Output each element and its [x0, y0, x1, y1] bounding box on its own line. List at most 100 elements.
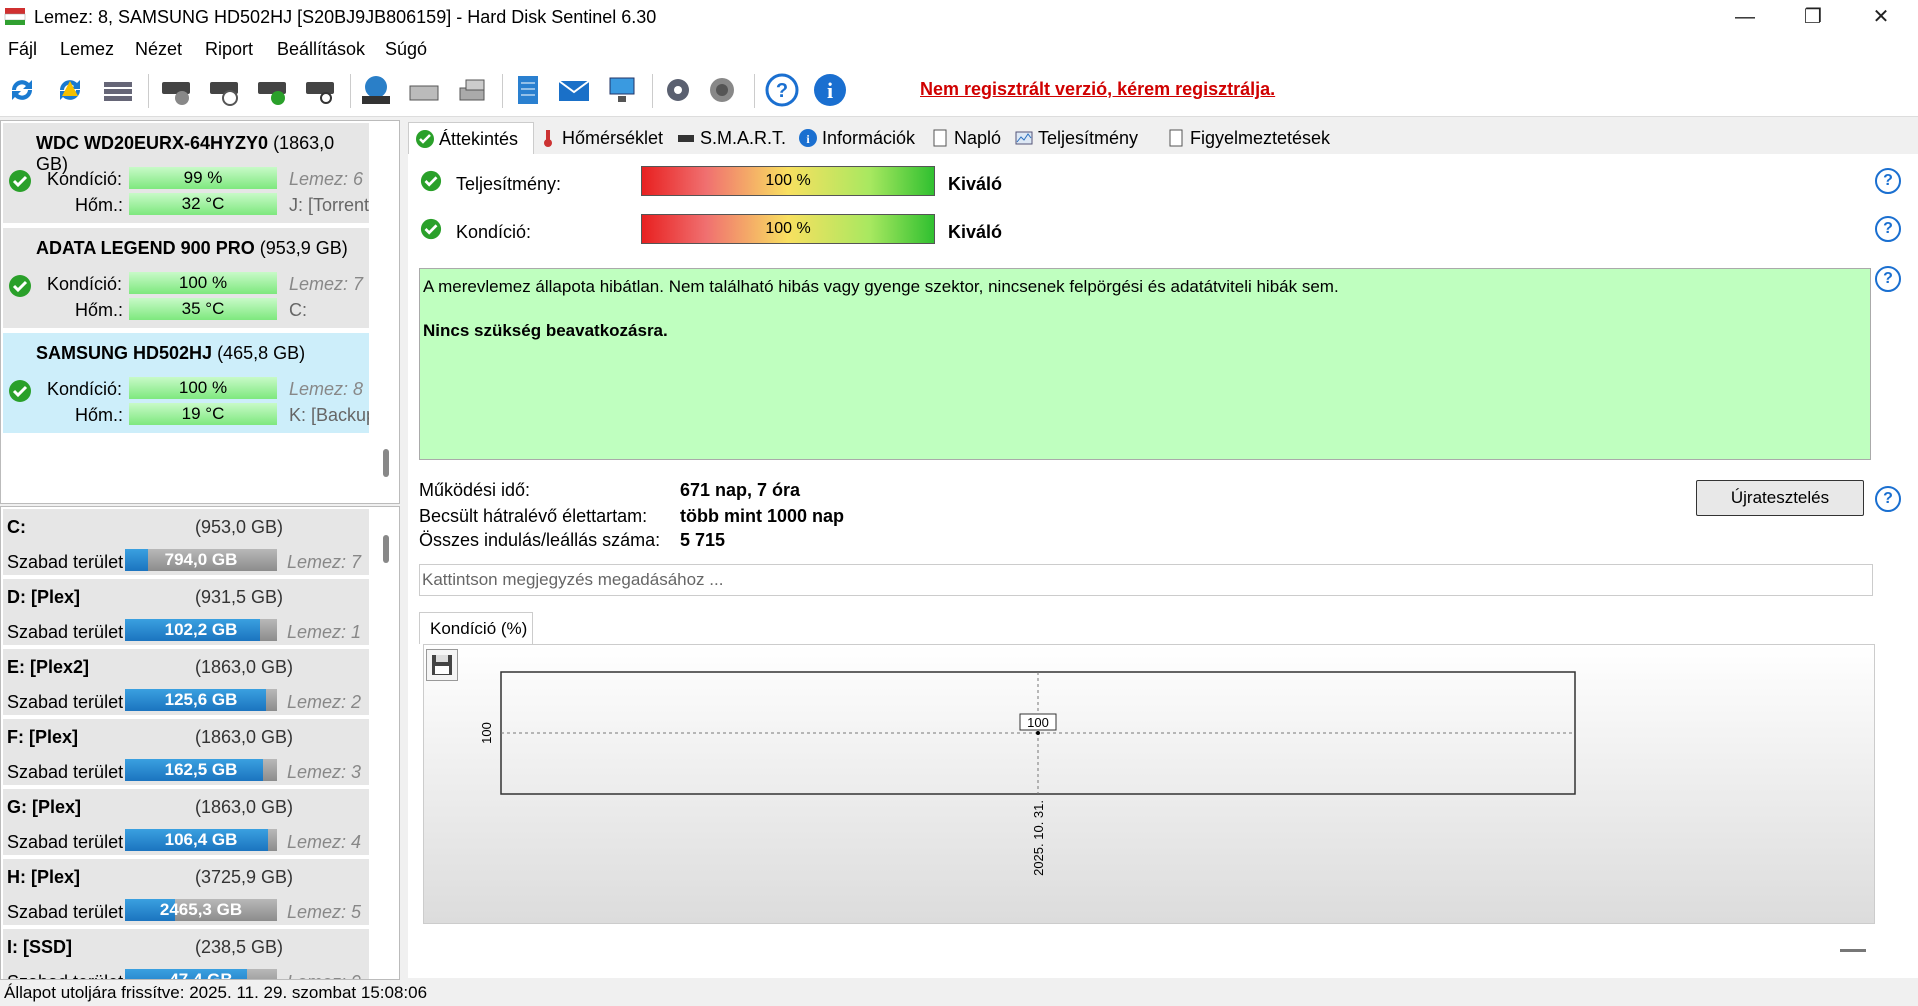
note-input[interactable]: Kattintson megjegyzés megadásához ...	[419, 564, 1873, 596]
document-icon	[1169, 129, 1183, 147]
maximize-button[interactable]: ❐	[1780, 0, 1846, 34]
point-label: 100	[1027, 715, 1049, 730]
partition-list-scrollbar[interactable]	[383, 535, 389, 563]
help-icon[interactable]: ?	[1875, 266, 1901, 292]
disk-name: SAMSUNG HD502HJ (465,8 GB)	[36, 343, 306, 363]
partition-name: E: [Plex2]	[7, 657, 90, 677]
partition-disk-number: Lemez: 9	[287, 972, 361, 979]
disk-search-icon[interactable]	[302, 72, 338, 108]
free-space-bar: 162,5 GB	[125, 759, 277, 781]
condition-label: Kondíció:	[47, 169, 123, 189]
free-space-label: Szabad terület	[7, 972, 123, 979]
uptime-label: Működési idő:	[419, 480, 531, 500]
tab-temperature[interactable]: Hőmérséklet	[532, 122, 682, 154]
help-icon[interactable]: ?	[1875, 168, 1901, 194]
disk-card[interactable]: ADATA LEGEND 900 PRO (953,9 GB) Kondíció…	[3, 228, 369, 331]
ok-check-icon	[420, 170, 442, 192]
partition-name: H: [Plex]	[7, 867, 81, 887]
startstop-value: 5 715	[680, 530, 726, 550]
menu-file[interactable]: Fájl	[8, 39, 37, 60]
external-disk-icon[interactable]	[406, 72, 442, 108]
chart-tab-condition[interactable]: Kondíció (%)	[419, 612, 533, 644]
disk-number: Lemez: 6	[289, 169, 364, 189]
disk-card-selected[interactable]: SAMSUNG HD502HJ (465,8 GB) Kondíció: 100…	[3, 333, 369, 436]
performance-rating: Kiváló	[948, 174, 1003, 194]
partition-size: (238,5 GB)	[195, 937, 284, 957]
tab-log[interactable]: Napló	[924, 122, 1018, 154]
disk-stack-icon[interactable]	[454, 72, 490, 108]
disk-list-panel: WDC WD20EURX-64HYZY0 (1863,0 GB) Kondíci…	[0, 120, 400, 504]
minimize-button[interactable]: —	[1712, 0, 1778, 34]
partition-item[interactable]: D: [Plex] (931,5 GB) Szabad terület 102,2 G…	[3, 579, 369, 648]
free-space-value: 794,0 GB	[164, 550, 238, 569]
chart-resize-handle[interactable]	[1840, 949, 1866, 952]
email-icon[interactable]	[556, 72, 592, 108]
disk-card[interactable]: WDC WD20EURX-64HYZY0 (1863,0 GB) Kondíci…	[3, 123, 369, 226]
free-space-label: Szabad terület	[7, 622, 124, 642]
partition-size: (3725,9 GB)	[195, 867, 294, 887]
ok-check-icon	[416, 130, 434, 148]
free-space-bar: 125,6 GB	[125, 689, 277, 711]
drive-letters: K: [Backup	[289, 405, 369, 425]
uptime-value: 671 nap, 7 óra	[680, 480, 801, 500]
menu-report[interactable]: Riport	[205, 39, 253, 60]
menu-view[interactable]: Nézet	[135, 39, 182, 60]
free-space-value: 102,2 GB	[164, 620, 238, 639]
ok-check-icon	[9, 380, 31, 402]
toolbar-separator	[652, 74, 653, 108]
menu-disk[interactable]: Lemez	[60, 39, 114, 60]
disk-ok-icon[interactable]	[254, 72, 290, 108]
partition-item[interactable]: F: [Plex] (1863,0 GB) Szabad terület 162,5 …	[3, 719, 369, 788]
close-button[interactable]: ✕	[1848, 0, 1914, 34]
disk-list-icon[interactable]	[100, 72, 136, 108]
temp-bar: 19 °C	[129, 403, 277, 425]
gear-icon[interactable]	[660, 72, 696, 108]
network-disk-icon[interactable]	[358, 72, 394, 108]
temp-label: Hőm.:	[75, 300, 124, 320]
tab-overview[interactable]: Áttekintés	[408, 122, 534, 155]
refresh-alert-icon[interactable]	[52, 72, 88, 108]
partition-size: (1863,0 GB)	[195, 727, 294, 747]
tab-performance[interactable]: Teljesítmény	[1008, 122, 1158, 154]
partition-disk-number: Lemez: 4	[287, 832, 362, 852]
free-space-bar: 794,0 GB	[125, 549, 277, 571]
free-space-value: 106,4 GB	[164, 830, 238, 849]
retest-button[interactable]: Újratesztelés	[1696, 480, 1864, 516]
condition-label: Kondíció:	[47, 379, 123, 399]
ok-check-icon	[420, 218, 442, 240]
partition-item[interactable]: I: [SSD] (238,5 GB) Szabad terület 47,4 GB L…	[3, 929, 369, 979]
partition-item[interactable]: G: [Plex] (1863,0 GB) Szabad terület 106,4 …	[3, 789, 369, 858]
startstop-label: Összes indulás/leállás száma:	[419, 530, 661, 550]
menu-help[interactable]: Súgó	[385, 39, 427, 60]
help-icon[interactable]: ?	[1875, 216, 1901, 242]
tab-alerts[interactable]: Figyelmeztetések	[1160, 122, 1350, 154]
y-tick-label: 100	[479, 722, 494, 744]
sound-icon[interactable]	[706, 72, 742, 108]
disk-list-scrollbar[interactable]	[383, 449, 389, 477]
partition-item[interactable]: H: [Plex] (3725,9 GB) Szabad terület 2465,3…	[3, 859, 369, 928]
tab-information[interactable]: i Információk	[792, 122, 932, 154]
drive-letters: J: [Torrent	[289, 195, 369, 215]
partition-item[interactable]: E: [Plex2] (1863,0 GB) Szabad terület 125,6…	[3, 649, 369, 718]
info-icon[interactable]: i	[812, 72, 848, 108]
disk-check-icon[interactable]	[158, 72, 194, 108]
menu-settings[interactable]: Beállítások	[277, 39, 365, 60]
report-icon[interactable]	[510, 72, 546, 108]
partition-size: (931,5 GB)	[195, 587, 284, 607]
free-space-label: Szabad terület	[7, 692, 124, 712]
performance-label: Teljesítmény:	[456, 174, 562, 194]
help-icon[interactable]: ?	[1875, 486, 1901, 512]
register-link[interactable]: Nem regisztrált verzió, kérem regisztrál…	[920, 79, 1275, 100]
status-message-box: A merevlemez állapota hibátlan. Nem talá…	[419, 268, 1871, 460]
partition-item[interactable]: C: (953,0 GB) Szabad terület 794,0 GB Lemez:…	[3, 509, 369, 578]
info-icon: i	[799, 129, 817, 147]
performance-bar: 100 %	[641, 166, 935, 196]
disk-schedule-icon[interactable]	[206, 72, 242, 108]
drive-letters: C:	[289, 300, 307, 320]
toolbar: ? i Nem regisztrált verzió, kérem regisz…	[0, 64, 1918, 117]
network-icon[interactable]	[604, 72, 640, 108]
refresh-icon[interactable]	[4, 72, 40, 108]
help-icon[interactable]: ?	[764, 72, 800, 108]
condition-bar: 100 %	[641, 214, 935, 244]
partition-name: D: [Plex]	[7, 587, 81, 607]
